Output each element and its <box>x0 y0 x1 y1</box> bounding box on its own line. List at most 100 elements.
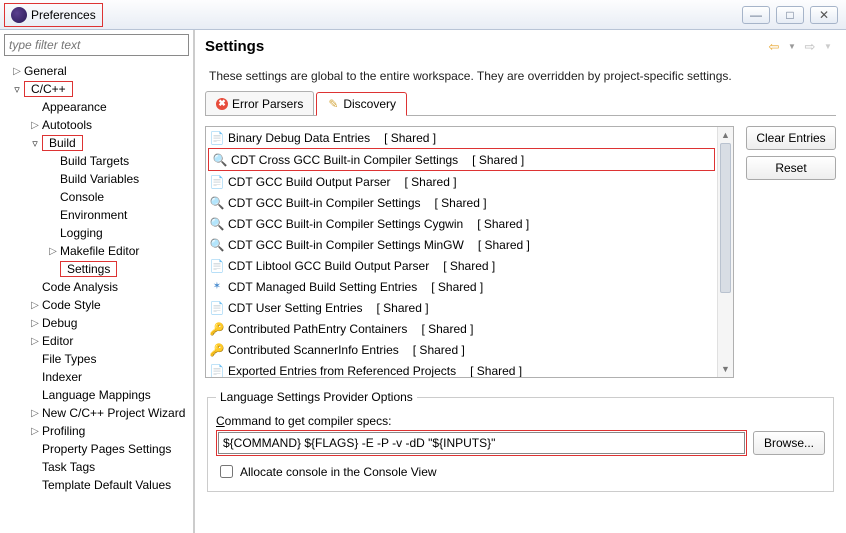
browse-button[interactable]: Browse... <box>753 431 825 455</box>
minimize-button[interactable]: — <box>742 6 770 24</box>
tree-item-debug[interactable]: Debug <box>0 314 193 332</box>
list-item[interactable]: 📄 CDT GCC Build Output Parser [ Shared ] <box>206 171 717 192</box>
nav-back-icon[interactable]: ⇦ <box>766 39 782 55</box>
doc-icon: 📄 <box>210 301 224 315</box>
scroll-up-icon[interactable]: ▲ <box>718 127 733 143</box>
tree-item-code-analysis[interactable]: Code Analysis <box>0 278 193 296</box>
star-icon: ✶ <box>210 280 224 294</box>
tree-item-c-c-[interactable]: C/C++ <box>0 80 193 98</box>
list-item[interactable]: ✶CDT Managed Build Setting Entries [ Sha… <box>206 276 717 297</box>
tree-item-settings[interactable]: Settings <box>0 260 193 278</box>
list-item[interactable]: 🔍CDT GCC Built-in Compiler Settings Cygw… <box>206 213 717 234</box>
tree-item-label: Build Targets <box>60 154 129 168</box>
list-item[interactable]: 📄CDT Libtool GCC Build Output Parser [ S… <box>206 255 717 276</box>
preferences-tree: General C/C++ Appearance Autotools Build Buil… <box>0 60 193 533</box>
tree-item-language-mappings[interactable]: Language Mappings <box>0 386 193 404</box>
key-icon: 🔑 <box>210 343 224 357</box>
tree-item-code-style[interactable]: Code Style <box>0 296 193 314</box>
app-icon <box>11 7 27 23</box>
tree-item-label: Build <box>42 135 83 151</box>
command-label: ommand to get compiler specs: <box>225 414 392 428</box>
tree-item-task-tags[interactable]: Task Tags <box>0 458 193 476</box>
scrollbar[interactable]: ▲ ▼ <box>717 127 733 377</box>
tree-item-environment[interactable]: Environment <box>0 206 193 224</box>
mag-icon: 🔍 <box>210 217 224 231</box>
list-item-label: CDT GCC Build Output Parser <box>228 175 391 189</box>
key-icon: 🔑 <box>210 322 224 336</box>
tree-item-new-c-c-project-wizard[interactable]: New C/C++ Project Wizard <box>0 404 193 422</box>
wand-icon: ✎ <box>327 98 339 110</box>
filter-input[interactable] <box>4 34 189 56</box>
error-icon: ✖ <box>216 98 228 110</box>
list-item-label: CDT Cross GCC Built-in Compiler Settings <box>231 153 458 167</box>
tree-item-template-default-values[interactable]: Template Default Values <box>0 476 193 494</box>
scroll-thumb[interactable] <box>720 143 731 293</box>
tree-item-label: Debug <box>42 316 77 330</box>
tree-item-label: General <box>24 64 67 78</box>
tree-item-profiling[interactable]: Profiling <box>0 422 193 440</box>
shared-badge: [ Shared ] <box>411 322 473 336</box>
reset-button[interactable]: Reset <box>746 156 836 180</box>
providers-list: 📄Binary Debug Data Entries [ Shared ]🔍CD… <box>205 126 734 378</box>
list-item[interactable]: 📄Exported Entries from Referenced Projec… <box>206 360 717 377</box>
titlebar: Preferences — □ ✕ <box>0 0 846 30</box>
list-item-label: Contributed PathEntry Containers <box>228 322 407 336</box>
shared-badge: [ Shared ] <box>468 238 530 252</box>
tree-item-label: Code Analysis <box>42 280 118 294</box>
tab-discovery[interactable]: ✎ Discovery <box>316 92 407 116</box>
list-item[interactable]: 🔍CDT Cross GCC Built-in Compiler Setting… <box>209 149 714 170</box>
allocate-console-checkbox[interactable] <box>220 465 233 478</box>
tree-item-autotools[interactable]: Autotools <box>0 116 193 134</box>
tree-item-build-targets[interactable]: Build Targets <box>0 152 193 170</box>
doc-icon: 📄 <box>210 175 224 189</box>
list-item[interactable]: 📄Binary Debug Data Entries [ Shared ] <box>206 127 717 148</box>
chevron-right-icon <box>30 426 40 437</box>
chevron-down-icon <box>12 83 22 96</box>
tree-item-label: Editor <box>42 334 73 348</box>
list-item[interactable]: 🔑Contributed ScannerInfo Entries [ Share… <box>206 339 717 360</box>
tree-item-console[interactable]: Console <box>0 188 193 206</box>
compiler-specs-input[interactable] <box>218 432 745 454</box>
tree-item-file-types[interactable]: File Types <box>0 350 193 368</box>
tree-item-appearance[interactable]: Appearance <box>0 98 193 116</box>
chevron-right-icon <box>30 300 40 311</box>
tree-item-label: Profiling <box>42 424 85 438</box>
tree-item-label: Appearance <box>42 100 107 114</box>
tree-item-logging[interactable]: Logging <box>0 224 193 242</box>
tree-item-property-pages-settings[interactable]: Property Pages Settings <box>0 440 193 458</box>
clear-entries-button[interactable]: Clear Entries <box>746 126 836 150</box>
scroll-down-icon[interactable]: ▼ <box>718 361 733 377</box>
tab-error-parsers[interactable]: ✖ Error Parsers <box>205 91 314 115</box>
shared-badge: [ Shared ] <box>395 175 457 189</box>
list-item[interactable]: 🔍CDT GCC Built-in Compiler Settings MinG… <box>206 234 717 255</box>
tree-item-makefile-editor[interactable]: Makefile Editor <box>0 242 193 260</box>
list-item[interactable]: 📄CDT User Setting Entries [ Shared ] <box>206 297 717 318</box>
tree-item-editor[interactable]: Editor <box>0 332 193 350</box>
tree-item-label: Autotools <box>42 118 92 132</box>
mag-icon: 🔍 <box>210 196 224 210</box>
tree-item-general[interactable]: General <box>0 62 193 80</box>
provider-options-fieldset: Language Settings Provider Options Comma… <box>207 390 834 492</box>
nav-forward-menu-icon[interactable]: ▼ <box>820 39 836 55</box>
tree-item-build-variables[interactable]: Build Variables <box>0 170 193 188</box>
nav-forward-icon[interactable]: ⇨ <box>802 39 818 55</box>
maximize-button[interactable]: □ <box>776 6 804 24</box>
tree-item-label: Settings <box>60 261 117 277</box>
tab-bar: ✖ Error Parsers ✎ Discovery <box>205 91 836 116</box>
nav-back-menu-icon[interactable]: ▼ <box>784 39 800 55</box>
window-title: Preferences <box>31 8 96 22</box>
tree-item-label: Indexer <box>42 370 82 384</box>
chevron-right-icon <box>30 336 40 347</box>
close-button[interactable]: ✕ <box>810 6 838 24</box>
list-item[interactable]: 🔍CDT GCC Built-in Compiler Settings [ Sh… <box>206 192 717 213</box>
tree-item-build[interactable]: Build <box>0 134 193 152</box>
list-item-label: Binary Debug Data Entries <box>228 131 370 145</box>
tree-item-indexer[interactable]: Indexer <box>0 368 193 386</box>
tree-item-label: C/C++ <box>24 81 73 97</box>
tree-item-label: Makefile Editor <box>60 244 139 258</box>
list-item-label: CDT User Setting Entries <box>228 301 363 315</box>
shared-badge: [ Shared ] <box>403 343 465 357</box>
list-item[interactable]: 🔑 Contributed PathEntry Containers [ Shar… <box>206 318 717 339</box>
tree-item-label: Template Default Values <box>42 478 171 492</box>
list-item-label: CDT Libtool GCC Build Output Parser <box>228 259 429 273</box>
